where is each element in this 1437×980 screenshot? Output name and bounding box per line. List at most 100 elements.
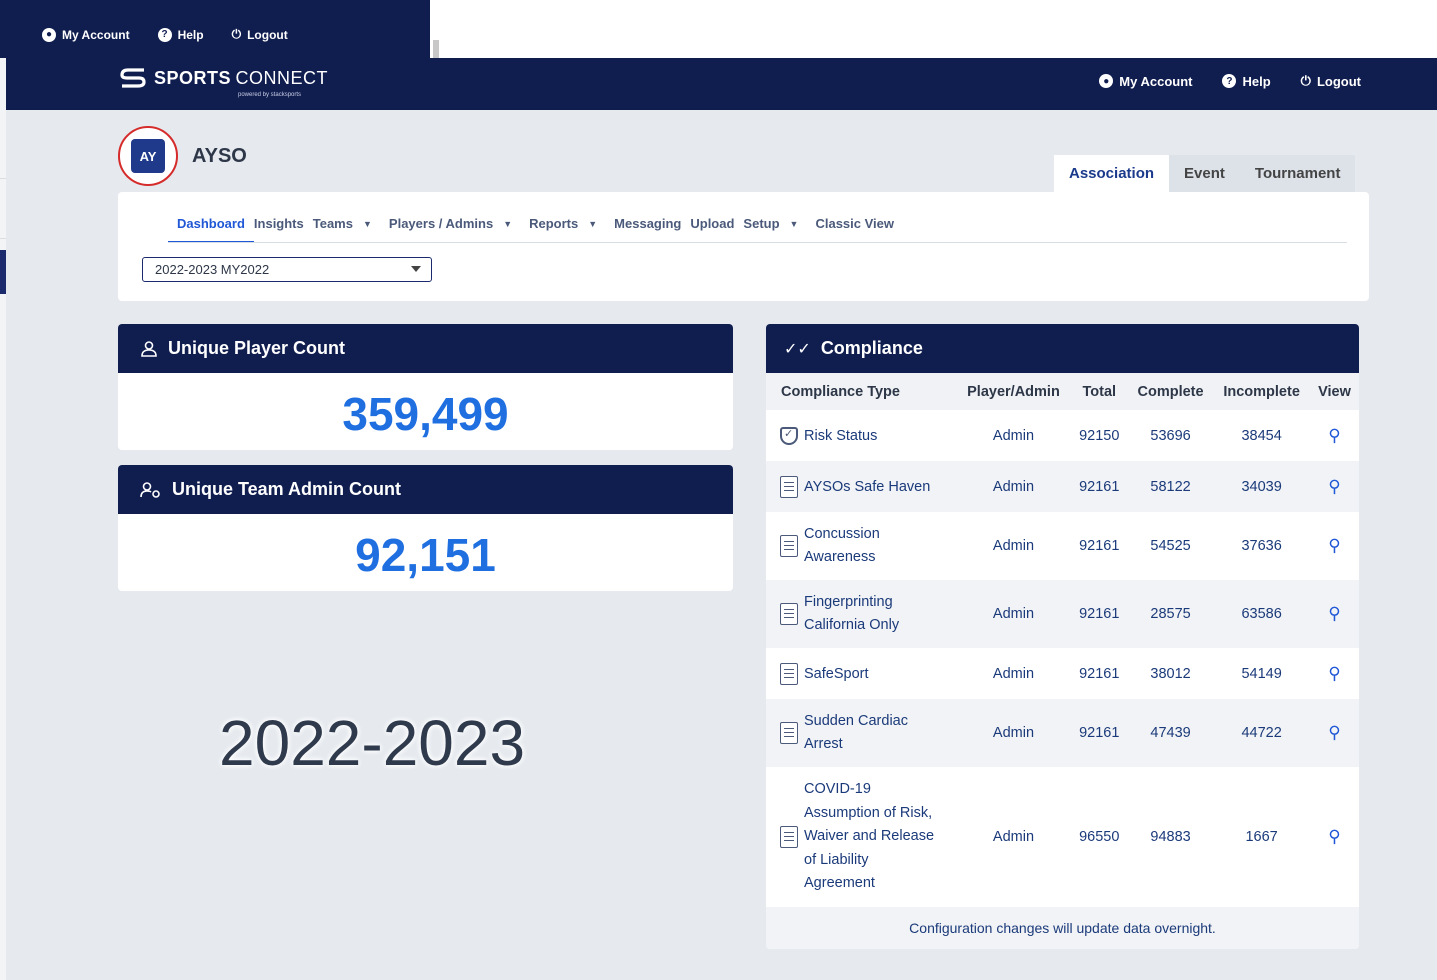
row-total: 92150 <box>1079 427 1120 444</box>
admin-count-title: Unique Team Admin Count <box>172 479 401 499</box>
chevron-down-icon: ▼ <box>503 218 513 229</box>
app-header: SPORTS CONNECT powered by stacksports ● M… <box>6 58 1437 110</box>
nav-panel: Dashboard Insights Teams ▼ Players / Admi… <box>118 192 1369 301</box>
main-window: SPORTS CONNECT powered by stacksports ● M… <box>6 58 1437 980</box>
course-icon <box>780 662 798 685</box>
row-total: 92161 <box>1079 538 1120 554</box>
row-name: Risk Status <box>804 427 878 444</box>
nav-reports-label: Reports <box>529 216 579 231</box>
search-icon[interactable]: ⚲ <box>1328 536 1340 555</box>
row-who: Admin <box>992 538 1035 554</box>
chevron-down-icon: ▼ <box>789 218 799 229</box>
bg-help-link[interactable]: ? Help <box>157 27 204 42</box>
unique-team-admin-count-card: Unique Team Admin Count 92,151 <box>118 465 733 591</box>
help-link[interactable]: ? Help <box>1222 73 1271 89</box>
row-total: 92161 <box>1079 478 1120 495</box>
row-incomplete: 54149 <box>1241 665 1282 682</box>
nav-teams[interactable]: Teams ▼ <box>304 206 381 243</box>
shield-check-icon <box>780 426 798 445</box>
row-complete: 54525 <box>1150 538 1191 554</box>
help-icon: ? <box>1222 74 1237 88</box>
player-count-title: Unique Player Count <box>168 338 346 358</box>
search-icon[interactable]: ⚲ <box>1328 477 1340 496</box>
unique-player-count-card: Unique Player Count 359,499 <box>118 324 733 450</box>
nav-reports[interactable]: Reports ▼ <box>520 206 606 243</box>
table-row: SafeSport Admin 92161 38012 54149 ⚲ <box>766 648 1359 699</box>
header-nav: ● My Account ? Help ⏻ Logout <box>1099 73 1361 89</box>
row-incomplete: 37636 <box>1241 538 1282 554</box>
nav-messaging-label: Messaging <box>614 216 682 231</box>
nav-dashboard[interactable]: Dashboard <box>168 206 254 243</box>
season-select-value: 2022-2023 MY2022 <box>155 262 270 277</box>
row-who: Admin <box>992 606 1035 622</box>
nav-setup[interactable]: Setup ▼ <box>734 206 807 243</box>
nav-dashboard-label: Dashboard <box>177 216 245 231</box>
nav-upload-label: Upload <box>690 216 735 231</box>
compliance-card: ✓✓ Compliance Compliance Type Player/Adm… <box>766 324 1359 949</box>
col-incomplete: Incomplete <box>1213 373 1311 410</box>
subnav-divider <box>168 242 1347 243</box>
my-account-link[interactable]: ● My Account <box>1099 73 1192 89</box>
course-icon <box>780 603 798 625</box>
row-complete: 94883 <box>1150 829 1191 845</box>
bg-my-account-label: My Account <box>62 27 130 42</box>
logout-link[interactable]: ⏻ Logout <box>1301 73 1361 89</box>
chevron-down-icon: ▼ <box>362 218 372 229</box>
search-icon[interactable]: ⚲ <box>1328 827 1340 846</box>
user-icon <box>141 340 157 357</box>
row-incomplete: 1667 <box>1245 829 1278 845</box>
nav-messaging[interactable]: Messaging <box>605 206 690 243</box>
admin-count-header: Unique Team Admin Count <box>118 465 733 514</box>
table-row: Concussion Awareness Admin 92161 54525 3… <box>766 512 1359 580</box>
bg-logout-label: Logout <box>247 27 288 42</box>
nav-teams-label: Teams <box>312 216 353 231</box>
col-compliance-type: Compliance Type <box>766 373 957 410</box>
bg-logout-link[interactable]: ⏻ Logout <box>232 27 288 42</box>
col-complete: Complete <box>1127 373 1214 410</box>
row-complete: 58122 <box>1150 478 1191 495</box>
compliance-footer-note: Configuration changes will update data o… <box>766 907 1359 949</box>
tab-association[interactable]: Association <box>1054 155 1170 192</box>
row-who: Admin <box>992 725 1035 741</box>
logout-label: Logout <box>1316 73 1361 89</box>
search-icon[interactable]: ⚲ <box>1328 426 1340 445</box>
nav-players-admins[interactable]: Players / Admins ▼ <box>380 206 521 243</box>
compliance-table: Compliance Type Player/Admin Total Compl… <box>766 373 1359 907</box>
help-label: Help <box>1242 73 1271 89</box>
table-row: AYSOs Safe Haven Admin 92161 58122 34039… <box>766 461 1359 512</box>
row-name: Concussion Awareness <box>804 526 880 565</box>
row-incomplete: 34039 <box>1241 478 1282 495</box>
row-name: COVID-19 Assumption of Risk, Waiver and … <box>804 781 935 892</box>
background-scrollbar[interactable] <box>433 40 439 58</box>
compliance-header: ✓✓ Compliance <box>766 324 1359 373</box>
row-name: SafeSport <box>804 665 869 682</box>
row-complete: 28575 <box>1150 606 1191 622</box>
search-icon[interactable]: ⚲ <box>1328 604 1340 623</box>
nav-classic-view[interactable]: Classic View <box>806 206 903 243</box>
nav-setup-label: Setup <box>743 216 780 231</box>
player-count-header: Unique Player Count <box>118 324 733 373</box>
tab-event[interactable]: Event <box>1169 155 1240 192</box>
nav-classic-view-label: Classic View <box>815 216 895 231</box>
season-watermark: 2022-2023 <box>219 707 526 779</box>
table-row: Risk Status Admin 92150 53696 38454 ⚲ <box>766 410 1359 461</box>
course-icon <box>780 475 798 498</box>
row-complete: 38012 <box>1150 665 1191 682</box>
logo-tagline: powered by stacksports <box>238 92 302 98</box>
account-icon: ● <box>1099 74 1114 88</box>
logo-wordmark: SPORTS CONNECT <box>154 67 328 88</box>
nav-insights[interactable]: Insights <box>245 206 313 243</box>
bg-my-account-link[interactable]: ● My Account <box>42 27 130 42</box>
chevron-down-icon: ▼ <box>588 218 598 229</box>
search-icon[interactable]: ⚲ <box>1328 664 1340 683</box>
sports-connect-logo-icon <box>120 68 146 88</box>
search-icon[interactable]: ⚲ <box>1328 723 1340 742</box>
sports-connect-logo[interactable]: SPORTS CONNECT powered by stacksports <box>118 66 328 98</box>
tab-tournament[interactable]: Tournament <box>1239 155 1356 192</box>
season-select[interactable]: 2022-2023 MY2022 <box>142 257 432 282</box>
row-incomplete: 38454 <box>1241 427 1282 444</box>
organization-name: AYSO <box>192 144 247 167</box>
row-incomplete: 63586 <box>1241 606 1282 622</box>
admin-count-value: 92,151 <box>355 529 496 581</box>
row-name: Sudden Cardiac Arrest <box>804 713 908 752</box>
